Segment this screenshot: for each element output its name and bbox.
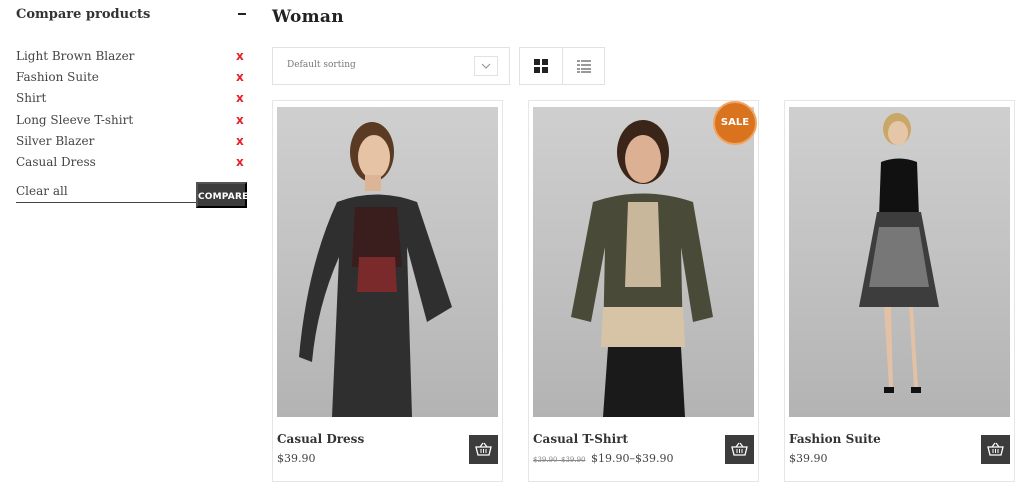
- add-to-cart-button[interactable]: [981, 435, 1010, 464]
- current-price: $39.90: [789, 452, 828, 465]
- current-price: $39.90: [277, 452, 316, 465]
- compare-item-label[interactable]: Shirt: [16, 91, 46, 105]
- product-price: $39.90: [789, 452, 828, 465]
- remove-icon[interactable]: x: [236, 111, 244, 130]
- widget-title: Compare products: [16, 7, 151, 22]
- product-card: Casual Dress $39.90: [272, 100, 503, 482]
- compare-item: Silver Blazer x: [16, 132, 248, 153]
- add-to-cart-button[interactable]: [725, 435, 754, 464]
- compare-button[interactable]: COMPARE: [196, 182, 248, 208]
- compare-item: Long Sleeve T-shirt x: [16, 111, 248, 132]
- product-image[interactable]: [277, 107, 498, 417]
- compare-item-label[interactable]: Light Brown Blazer: [16, 49, 134, 63]
- list-view-icon[interactable]: [562, 48, 604, 84]
- compare-item-label[interactable]: Fashion Suite: [16, 70, 99, 84]
- clear-all-link[interactable]: Clear all: [16, 184, 68, 198]
- product-price: $39.90: [277, 452, 316, 465]
- chevron-down-icon: [474, 56, 498, 76]
- basket-icon: [475, 442, 492, 456]
- product-name[interactable]: Fashion Suite: [789, 432, 881, 446]
- product-card: Fashion Suite $39.90: [784, 100, 1015, 482]
- compare-item: Fashion Suite x: [16, 68, 248, 89]
- remove-icon[interactable]: x: [236, 89, 244, 108]
- sorting-selected-value: Default sorting: [287, 60, 356, 70]
- compare-item: Shirt x: [16, 89, 248, 110]
- compare-item: Casual Dress x: [16, 153, 248, 174]
- remove-icon[interactable]: x: [236, 132, 244, 151]
- remove-icon[interactable]: x: [236, 68, 244, 87]
- basket-icon: [731, 442, 748, 456]
- clear-all-underline: [16, 202, 196, 203]
- compare-item-label[interactable]: Silver Blazer: [16, 134, 94, 148]
- basket-icon: [987, 442, 1004, 456]
- product-image[interactable]: [789, 107, 1010, 417]
- compare-item: Light Brown Blazer x: [16, 47, 248, 68]
- page-title: Woman: [272, 7, 344, 27]
- grid-view-icon[interactable]: [520, 48, 562, 84]
- product-name[interactable]: Casual Dress: [277, 432, 364, 446]
- remove-icon[interactable]: x: [236, 153, 244, 172]
- current-price: $19.90–$39.90: [591, 452, 674, 465]
- compare-item-label[interactable]: Casual Dress: [16, 155, 96, 169]
- compare-item-label[interactable]: Long Sleeve T-shirt: [16, 113, 133, 127]
- old-price: $39.90–$39.90: [533, 456, 586, 464]
- view-toggle: [519, 47, 605, 85]
- product-card: Casual T-Shirt $39.90–$39.90 $19.90–$39.…: [528, 100, 759, 482]
- sale-badge: SALE: [713, 101, 757, 145]
- product-image[interactable]: [533, 107, 754, 417]
- compare-list: Light Brown Blazer x Fashion Suite x Shi…: [16, 47, 248, 174]
- remove-icon[interactable]: x: [236, 47, 244, 66]
- add-to-cart-button[interactable]: [469, 435, 498, 464]
- product-price: $39.90–$39.90 $19.90–$39.90: [533, 452, 673, 465]
- collapse-icon[interactable]: [238, 13, 246, 15]
- product-name[interactable]: Casual T-Shirt: [533, 432, 628, 446]
- sorting-select[interactable]: Default sorting: [272, 47, 510, 85]
